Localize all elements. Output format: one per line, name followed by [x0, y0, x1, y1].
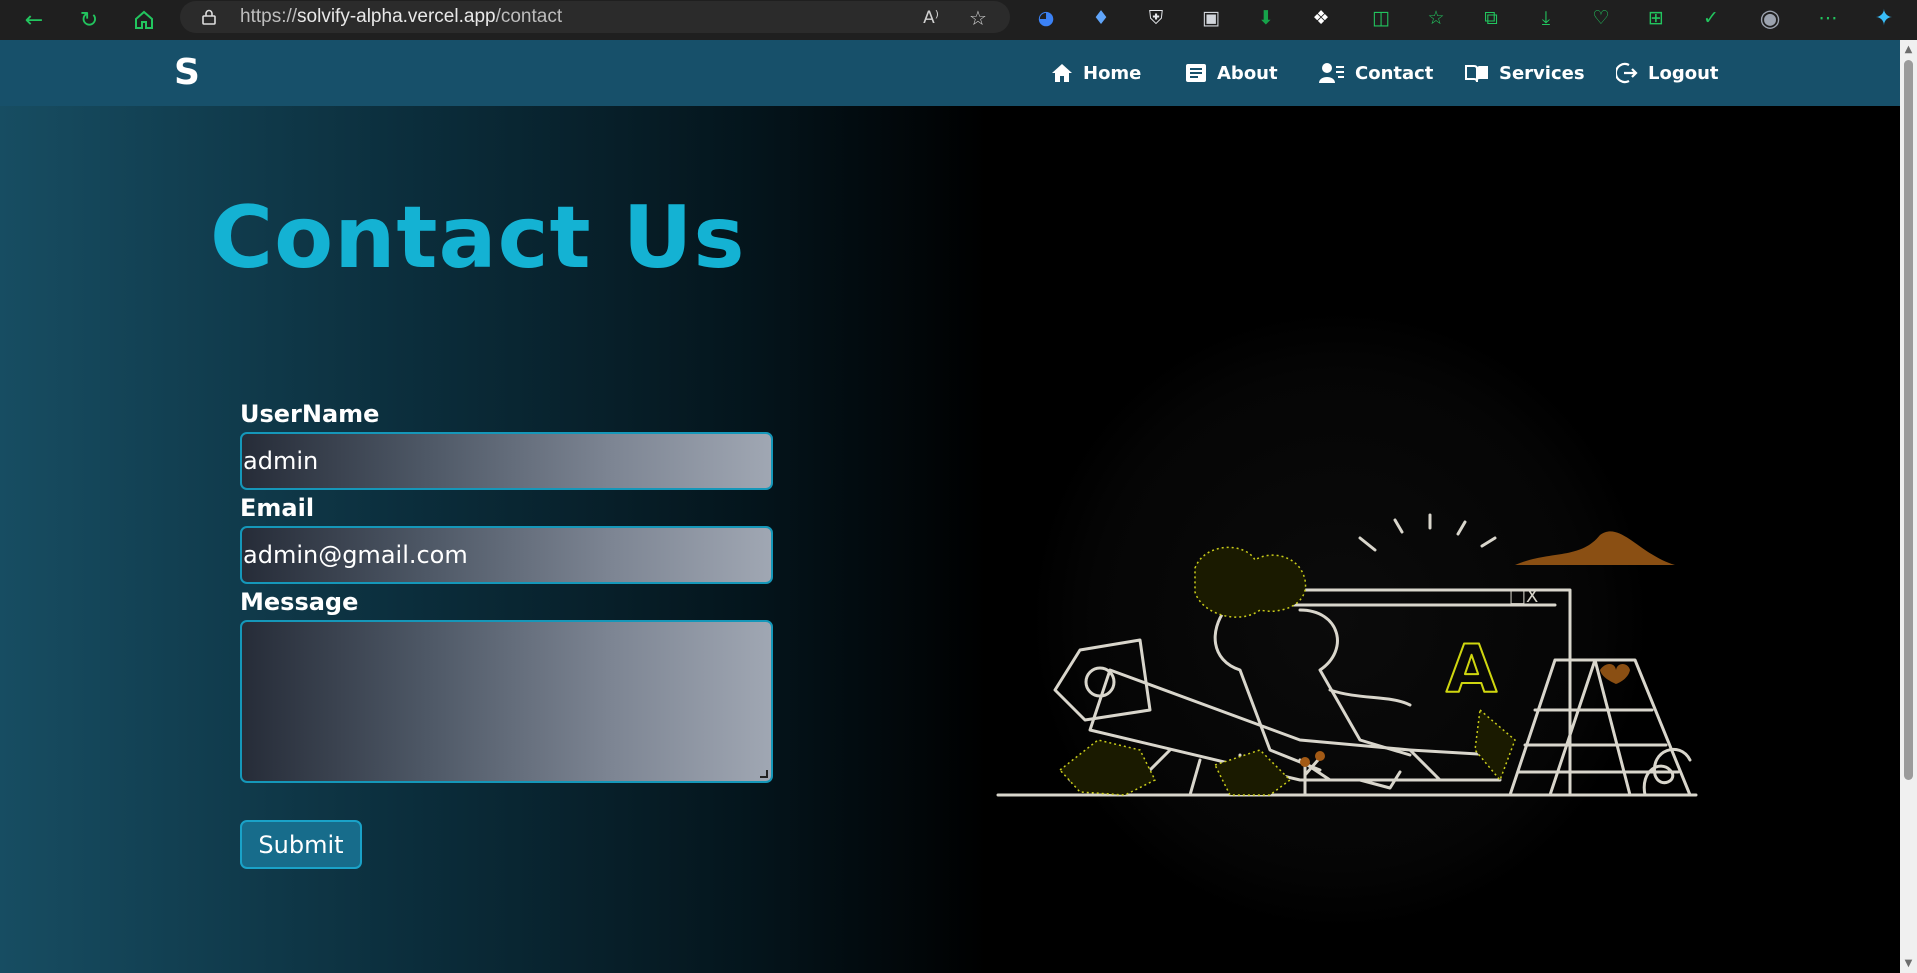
- favorite-star-icon[interactable]: ☆: [965, 5, 991, 31]
- nav-about[interactable]: About: [1185, 60, 1278, 86]
- nav-about-label: About: [1217, 62, 1278, 84]
- email-input[interactable]: admin@gmail.com: [240, 526, 773, 584]
- puzzle-extension-icon[interactable]: ❖: [1307, 4, 1335, 32]
- submit-button[interactable]: Submit: [240, 820, 362, 869]
- scroll-up-icon[interactable]: ▲: [1903, 44, 1914, 55]
- read-aloud-icon[interactable]: A⁾: [918, 5, 944, 31]
- logout-icon: [1616, 62, 1638, 84]
- svg-text:A: A: [1446, 631, 1497, 708]
- nav-services[interactable]: Services: [1465, 60, 1585, 86]
- browser-essentials-icon[interactable]: ✓: [1697, 4, 1725, 32]
- downloads-icon[interactable]: ⤓: [1532, 4, 1560, 32]
- contact-icon: [1319, 63, 1344, 83]
- nav-home-label: Home: [1083, 62, 1142, 84]
- username-input[interactable]: admin: [240, 432, 773, 490]
- profile-avatar-icon[interactable]: ◉: [1756, 4, 1784, 32]
- back-icon[interactable]: ←: [18, 4, 50, 36]
- home-browser-icon[interactable]: [128, 4, 160, 36]
- download-arrow-extension-icon[interactable]: ⬇: [1252, 4, 1280, 32]
- message-label: Message: [240, 588, 359, 616]
- apps-icon[interactable]: ⊞: [1642, 4, 1670, 32]
- contact-illustration: _□X A: [996, 310, 1698, 930]
- browser-toolbar: ← ↻ https://solvify-alpha.vercel.app/con…: [0, 0, 1917, 40]
- nav-home[interactable]: Home: [1051, 60, 1141, 86]
- scroll-thumb[interactable]: [1904, 60, 1913, 780]
- address-bar[interactable]: https://solvify-alpha.vercel.app/contact…: [180, 1, 1010, 33]
- nav-services-label: Services: [1499, 62, 1585, 84]
- nav-contact[interactable]: Contact: [1319, 60, 1433, 86]
- favorites-icon[interactable]: ☆: [1422, 4, 1450, 32]
- nav-contact-label: Contact: [1355, 62, 1434, 84]
- nav-logout[interactable]: Logout: [1616, 60, 1719, 86]
- lock-icon: [202, 9, 216, 25]
- about-icon: [1186, 64, 1206, 82]
- diamond-extension-icon[interactable]: ♦: [1087, 4, 1115, 32]
- site-navbar: S Home About Contact Services Logout: [0, 40, 1900, 106]
- collections-icon[interactable]: ⧉: [1477, 4, 1505, 32]
- url-host: solvify-alpha.vercel.app: [297, 6, 496, 27]
- copilot-icon[interactable]: ✦: [1870, 4, 1898, 32]
- scroll-down-icon[interactable]: ▼: [1903, 958, 1914, 969]
- reload-icon[interactable]: ↻: [73, 4, 105, 36]
- page-background: S Home About Contact Services Logout Con…: [0, 40, 1900, 973]
- split-screen-icon[interactable]: ◫: [1367, 4, 1395, 32]
- message-textarea[interactable]: [240, 620, 773, 783]
- email-label: Email: [240, 494, 315, 522]
- home-icon: [1052, 64, 1072, 82]
- nav-logout-label: Logout: [1648, 62, 1719, 84]
- book-icon: [1465, 65, 1488, 83]
- url-text: https://solvify-alpha.vercel.app/contact: [240, 5, 562, 29]
- url-path: /contact: [495, 6, 563, 27]
- username-label: UserName: [240, 400, 380, 428]
- page-title: Contact Us: [210, 188, 746, 288]
- shield-extension-icon[interactable]: ⛨: [1142, 4, 1170, 32]
- more-menu-icon[interactable]: ⋯: [1814, 4, 1842, 32]
- resize-handle-icon[interactable]: [760, 770, 768, 778]
- page-scrollbar[interactable]: ▲ ▼: [1900, 40, 1917, 973]
- url-scheme: https://: [240, 6, 298, 27]
- svg-text:_□X: _□X: [1499, 586, 1538, 607]
- extension-icon[interactable]: ◕: [1032, 4, 1060, 32]
- site-logo[interactable]: S: [174, 52, 200, 93]
- health-icon[interactable]: ♡: [1587, 4, 1615, 32]
- camera-extension-icon[interactable]: ▣: [1197, 4, 1225, 32]
